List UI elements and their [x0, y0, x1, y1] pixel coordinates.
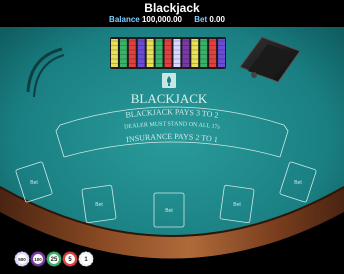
- page-title: Blackjack: [144, 1, 200, 15]
- balance-label: Balance: [109, 15, 140, 24]
- chip-500[interactable]: 500: [14, 251, 30, 267]
- logo-text: BLACKJACK: [131, 91, 208, 106]
- rack-chip-stack: [182, 39, 190, 67]
- blackjack-table: BLACKJACK BLACKJACK PAYS 3 TO 2 DEALER M…: [0, 27, 344, 274]
- rack-chip-stack: [111, 39, 118, 67]
- stats-bar: Balance 100,000.00 Bet 0.00: [0, 15, 344, 26]
- rack-chip-stack: [191, 39, 199, 67]
- rack-chip-stack: [155, 39, 163, 67]
- bet-spot-label: Bet: [30, 180, 38, 186]
- rack-chip-stack: [164, 39, 172, 67]
- bet-label: Bet: [194, 15, 208, 24]
- chip-25[interactable]: 25: [46, 251, 62, 267]
- rack-chip-stack: [137, 39, 145, 67]
- chip-selector: 500 100 25 5 1: [14, 251, 94, 267]
- rack-chip-stack: [173, 39, 181, 67]
- chip-100[interactable]: 100: [30, 251, 46, 267]
- top-bar: Blackjack Balance 100,000.00 Bet 0.00: [0, 0, 344, 27]
- rack-chip-stack: [128, 39, 136, 67]
- chip-rack: [110, 37, 226, 69]
- rack-chip-stack: [218, 39, 225, 67]
- bet-spot-label: Bet: [95, 202, 103, 208]
- chip-5[interactable]: 5: [62, 251, 78, 267]
- rack-chip-stack: [119, 39, 127, 67]
- chip-value-label: 25: [51, 257, 58, 263]
- rack-chip-stack: [209, 39, 217, 67]
- bet-spot-label: Bet: [294, 180, 302, 186]
- balance-value: 100,000.00: [141, 15, 183, 24]
- bet-spot-label: Bet: [233, 202, 241, 208]
- chip-value-label: 500: [18, 257, 26, 262]
- bet-value: 0.00: [209, 15, 225, 24]
- chip-1[interactable]: 1: [78, 251, 94, 267]
- rack-chip-stack: [146, 39, 154, 67]
- chip-value-label: 100: [34, 257, 42, 262]
- rack-chip-stack: [200, 39, 208, 67]
- bet-spot-label: Bet: [165, 208, 173, 214]
